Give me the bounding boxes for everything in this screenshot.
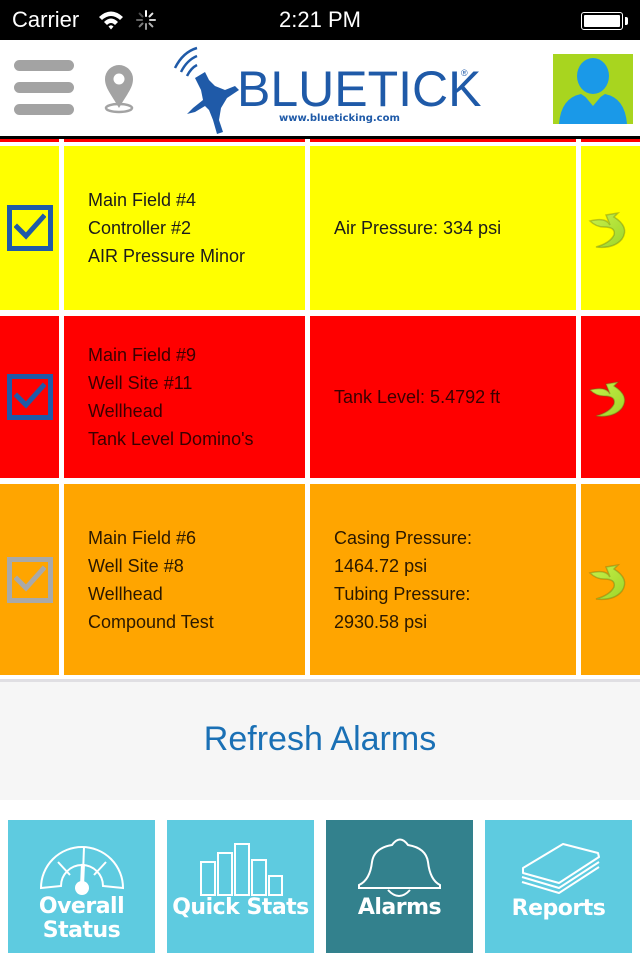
tab-alarms[interactable]: Alarms [326, 820, 473, 953]
papers-icon [521, 843, 600, 894]
value-line: 1464.72 psi [334, 555, 428, 576]
alarm-value-cell: Casing Pressure: 1464.72 psi Tubing Pressu… [310, 484, 576, 675]
menu-button[interactable] [14, 58, 76, 118]
bluetick-logo: BLUETICK ® www.blueticking.com [165, 46, 482, 136]
tab-overall-status[interactable]: Overall Status [8, 820, 155, 953]
logo-brand-text: BLUETICK [237, 61, 482, 117]
value-line: Air Pressure: 334 psi [334, 218, 502, 238]
checkmark-icon [14, 213, 46, 240]
alarm-location: Main Field #6 Well Site #8 Wellhead Compoun… [88, 524, 299, 636]
app-header: BLUETICK ® www.blueticking.com [0, 40, 640, 137]
tab-label: Overall [38, 894, 125, 919]
alarm-value: Casing Pressure: 1464.72 psi Tubing Pressu… [334, 524, 570, 636]
alarm-detail-cell [581, 146, 640, 310]
alarm-value-cell: Air Pressure: 334 psi [310, 146, 576, 310]
user-avatar-icon [559, 58, 627, 124]
location-line: Main Field #4 [88, 190, 197, 210]
tab-label: Alarms [357, 895, 442, 920]
value-line: 2930.58 psi [334, 611, 428, 632]
bar-chart-icon [200, 843, 283, 896]
location-line: Well Site #11 [88, 373, 193, 393]
location-line: Wellhead [88, 401, 163, 421]
tab-label-line2: Status [42, 918, 121, 943]
tab-reports[interactable]: Reports [485, 820, 632, 953]
checkmark-icon [14, 564, 46, 592]
location-line: AIR Pressure Minor [88, 246, 246, 266]
curved-arrow-icon[interactable] [584, 205, 632, 251]
alarm-value: Tank Level: 5.4792 ft [334, 383, 570, 411]
acknowledge-checkbox[interactable] [7, 374, 53, 420]
refresh-area: Refresh Alarms [0, 679, 640, 800]
acknowledge-cell [0, 484, 59, 675]
tab-label: Reports [511, 896, 606, 921]
location-line: Main Field #6 [88, 527, 197, 548]
map-pin-icon[interactable] [101, 64, 137, 114]
alarm-row: Main Field #4 Controller #2 AIR Pressure M… [0, 146, 640, 310]
location-line: Main Field #9 [88, 345, 197, 365]
battery-icon [581, 12, 623, 30]
alarm-detail-cell [581, 484, 640, 675]
alarm-row: Main Field #9 Well Site #11 Wellhead Tank L… [0, 316, 640, 478]
hamburger-menu-icon [14, 60, 74, 71]
gauge-icon [39, 846, 125, 895]
acknowledge-checkbox[interactable] [7, 205, 53, 251]
acknowledge-checkbox[interactable] [7, 556, 53, 603]
acknowledge-cell [0, 146, 59, 310]
value-line: Tank Level: 5.4792 ft [334, 387, 501, 407]
bell-icon [358, 838, 441, 897]
alarm-value: Air Pressure: 334 psi [334, 214, 570, 242]
tab-label: Quick Stats [172, 895, 309, 920]
logo-registered-mark: ® [461, 68, 468, 78]
battery-tip [625, 17, 628, 25]
clock: 2:21 PM [279, 7, 361, 32]
alarm-location: Main Field #9 Well Site #11 Wellhead Tank L… [88, 341, 299, 453]
location-line: Controller #2 [88, 218, 192, 238]
location-line: Wellhead [88, 583, 163, 604]
status-bar: Carrier 2:21 PM [0, 0, 640, 40]
tab-quick-stats[interactable]: Quick Stats [167, 820, 314, 953]
alarm-location-cell: Main Field #4 Controller #2 AIR Pressure M… [64, 146, 305, 310]
location-line: Well Site #8 [88, 555, 184, 576]
checkmark-icon [14, 382, 46, 409]
location-line: Tank Level Domino's [88, 429, 254, 449]
value-line: Casing Pressure: [334, 527, 473, 548]
profile-button[interactable] [553, 54, 633, 124]
alarm-row-partial [0, 139, 640, 142]
alarm-detail-cell [581, 316, 640, 478]
alarm-value-cell: Tank Level: 5.4792 ft [310, 316, 576, 478]
alarm-location: Main Field #4 Controller #2 AIR Pressure M… [88, 186, 299, 270]
curved-arrow-icon[interactable] [584, 557, 632, 603]
location-line: Compound Test [88, 611, 214, 632]
acknowledge-cell [0, 316, 59, 478]
alarm-location-cell: Main Field #6 Well Site #8 Wellhead Compoun… [64, 484, 305, 675]
alarm-location-cell: Main Field #9 Well Site #11 Wellhead Tank L… [64, 316, 305, 478]
refresh-alarms-button[interactable]: Refresh Alarms [0, 720, 640, 759]
curved-arrow-icon[interactable] [584, 374, 632, 420]
logo-url-text: www.blueticking.com [279, 113, 400, 124]
alarm-row: Main Field #6 Well Site #8 Wellhead Compoun… [0, 484, 640, 675]
value-line: Tubing Pressure: [334, 583, 471, 604]
